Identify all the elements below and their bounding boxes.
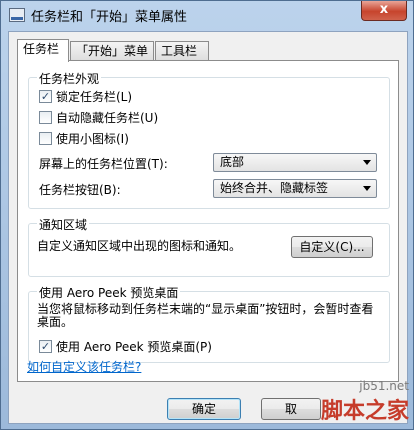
- site-watermark: jb51.net 脚本之家: [321, 379, 409, 425]
- aero-peek-group-title: 使用 Aero Peek 预览桌面: [37, 284, 181, 301]
- checkbox-icon: [39, 131, 52, 145]
- notification-description: 自定义通知区域中出现的图标和通知。: [37, 239, 242, 253]
- taskbar-buttons-label: 任务栏按钮(B):: [39, 183, 121, 197]
- small-icons-checkbox[interactable]: 使用小图标(I): [39, 130, 129, 146]
- autohide-taskbar-checkbox[interactable]: 自动隐藏任务栏(U): [39, 109, 158, 125]
- aero-peek-description: 当您将鼠标移动到任务栏末端的“显示桌面”按钮时，会暂时查看桌面。: [37, 302, 374, 329]
- close-button[interactable]: x: [361, 1, 407, 21]
- ok-button[interactable]: 确定: [167, 398, 241, 420]
- lock-taskbar-label: 锁定任务栏(L): [56, 89, 133, 104]
- taskbar-buttons-value: 始终合并、隐藏标签: [220, 181, 329, 195]
- use-aero-peek-label: 使用 Aero Peek 预览桌面(P): [56, 339, 212, 354]
- cancel-button[interactable]: 取: [261, 398, 321, 420]
- taskbar-buttons-select[interactable]: 始终合并、隐藏标签: [213, 179, 377, 198]
- watermark-brand: 脚本之家: [320, 398, 409, 424]
- aero-peek-group: 使用 Aero Peek 预览桌面 当您将鼠标移动到任务栏末端的“显示桌面”按钮…: [28, 284, 390, 363]
- help-link[interactable]: 如何自定义该任务栏?: [27, 358, 141, 375]
- checkmark-icon: ✓: [39, 89, 52, 103]
- window-title: 任务栏和「开始」菜单属性: [31, 10, 188, 25]
- chevron-down-icon: [363, 186, 371, 191]
- taskbar-app-icon: [9, 8, 25, 22]
- notification-group: 通知区域 自定义通知区域中出现的图标和通知。 自定义(C)...: [28, 216, 390, 277]
- title-bar[interactable]: 任务栏和「开始」菜单属性 x: [1, 1, 413, 31]
- autohide-taskbar-label: 自动隐藏任务栏(U): [56, 110, 159, 125]
- appearance-group: 任务栏外观 ✓ 锁定任务栏(L) 自动隐藏任务栏(U) 使用小图标(I) 屏幕上…: [28, 70, 390, 209]
- tab-panel-taskbar: 任务栏外观 ✓ 锁定任务栏(L) 自动隐藏任务栏(U) 使用小图标(I) 屏幕上…: [17, 60, 399, 382]
- tab-start-menu[interactable]: 「开始」菜单: [70, 41, 154, 60]
- taskbar-location-select[interactable]: 底部: [213, 153, 377, 172]
- checkmark-icon: ✓: [39, 339, 52, 353]
- watermark-site: jb51.net: [359, 379, 409, 393]
- tab-taskbar[interactable]: 任务栏: [17, 39, 69, 62]
- dialog-body: 任务栏 「开始」菜单 工具栏 任务栏外观 ✓ 锁定任务栏(L) 自动隐藏任务栏(…: [8, 31, 408, 424]
- tab-toolbars[interactable]: 工具栏: [155, 41, 209, 60]
- checkbox-icon: [39, 110, 52, 124]
- chevron-down-icon: [363, 160, 371, 165]
- appearance-group-title: 任务栏外观: [37, 70, 102, 87]
- properties-dialog: 任务栏和「开始」菜单属性 x 任务栏 「开始」菜单 工具栏 任务栏外观 ✓ 锁定…: [0, 0, 414, 430]
- notification-group-title: 通知区域: [37, 216, 90, 233]
- taskbar-location-value: 底部: [220, 155, 245, 169]
- customize-button[interactable]: 自定义(C)...: [291, 236, 373, 258]
- use-aero-peek-checkbox[interactable]: ✓ 使用 Aero Peek 预览桌面(P): [39, 338, 212, 354]
- taskbar-location-label: 屏幕上的任务栏位置(T):: [39, 157, 168, 171]
- lock-taskbar-checkbox[interactable]: ✓ 锁定任务栏(L): [39, 88, 132, 104]
- small-icons-label: 使用小图标(I): [56, 131, 129, 146]
